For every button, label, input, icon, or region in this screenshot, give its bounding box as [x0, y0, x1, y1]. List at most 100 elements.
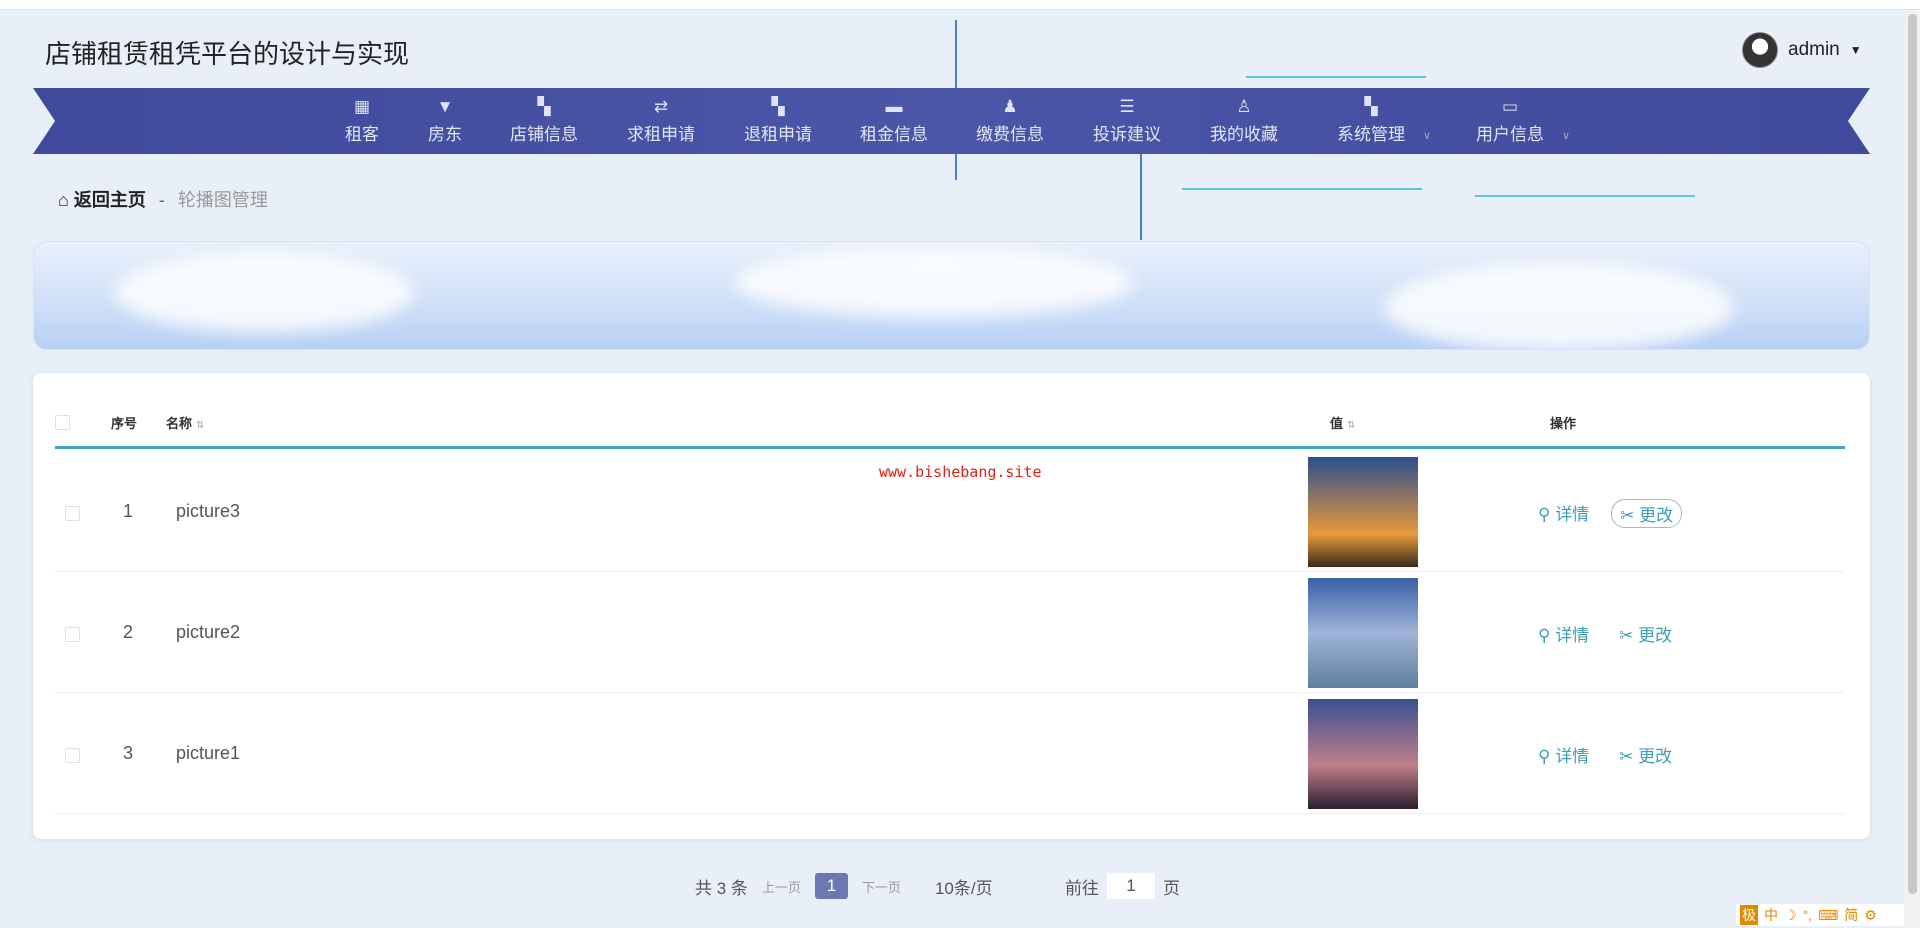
- nav-label: 退租申请: [744, 125, 812, 144]
- nav-item-3[interactable]: ⇄ 求租申请: [627, 96, 695, 145]
- avatar: [1742, 32, 1778, 68]
- edit-button[interactable]: ✂ 更改: [1611, 499, 1683, 528]
- nav-label: 租金信息: [860, 125, 928, 144]
- ime-item[interactable]: ⚙: [1864, 907, 1877, 924]
- ime-item[interactable]: °,: [1803, 907, 1813, 923]
- breadcrumb-home[interactable]: 返回主页: [74, 190, 146, 210]
- detail-button[interactable]: ⚲ 详情: [1530, 499, 1597, 528]
- row-image[interactable]: [1308, 457, 1418, 567]
- scrollbar-thumb[interactable]: [1908, 14, 1917, 894]
- prev-page-button[interactable]: 上一页: [762, 877, 801, 896]
- nav-label: 系统管理: [1337, 125, 1405, 144]
- table-header: 序号 名称 ⇅ 值 ⇅ 操作: [55, 403, 1845, 449]
- page-unit-label: 页: [1162, 878, 1180, 898]
- list-icon: ☰: [1119, 97, 1135, 116]
- row-checkbox[interactable]: [65, 627, 80, 642]
- search-icon: ⚲: [1538, 747, 1551, 766]
- table-card: 序号 名称 ⇅ 值 ⇅ 操作 1 picture3 ⚲ 详情 ✂ 更改 2 pict…: [33, 373, 1870, 839]
- nav-label: 租客: [345, 125, 379, 144]
- nav-item-0[interactable]: ▦ 租客: [345, 96, 379, 145]
- nav-label: 求租申请: [627, 125, 695, 144]
- nav-item-10[interactable]: ▭ 用户信息 ∨: [1476, 96, 1570, 145]
- decoration: [1140, 150, 1142, 240]
- ime-item[interactable]: 简: [1844, 905, 1858, 925]
- header-name[interactable]: 名称 ⇅: [166, 413, 204, 432]
- caret-down-icon: ▼: [1849, 43, 1862, 57]
- nav-label: 房东: [428, 125, 462, 144]
- nav-item-7[interactable]: ☰ 投诉建议: [1093, 96, 1161, 145]
- sliders-icon: ⇄: [653, 97, 669, 116]
- row-name: picture3: [176, 501, 241, 521]
- sort-icon: ⇅: [196, 420, 205, 431]
- nav-item-2[interactable]: ▚ 店铺信息: [510, 96, 578, 145]
- watermark: www.bishebang.site: [879, 463, 1042, 481]
- chevron-down-icon: ∨: [1561, 130, 1570, 142]
- nav-label: 缴费信息: [976, 125, 1044, 144]
- row-index: 1: [123, 501, 134, 521]
- wallet-icon: ▭: [1501, 97, 1519, 116]
- row-name: picture2: [176, 622, 241, 642]
- ime-item[interactable]: 中: [1764, 905, 1778, 925]
- decoration: [1475, 195, 1695, 197]
- total-count: 共 3 条: [695, 878, 748, 898]
- row-name: picture1: [176, 743, 241, 763]
- app-title: 店铺租赁租凭平台的设计与实现: [45, 39, 410, 69]
- row-checkbox[interactable]: [65, 506, 80, 521]
- detail-button[interactable]: ⚲ 详情: [1530, 620, 1597, 647]
- nav-item-8[interactable]: ♙ 我的收藏: [1210, 96, 1278, 145]
- decoration: [1246, 76, 1426, 78]
- chevron-down-icon: ∨: [1422, 130, 1431, 142]
- wrench-icon: ✂: [1619, 626, 1634, 645]
- nav-item-1[interactable]: ▼ 房东: [428, 96, 462, 145]
- row-image[interactable]: [1308, 578, 1418, 688]
- table-row: 2 picture2 ⚲ 详情 ✂ 更改: [55, 572, 1845, 693]
- select-all-checkbox[interactable]: [55, 415, 70, 430]
- next-page-button[interactable]: 下一页: [862, 877, 901, 896]
- nav-label: 用户信息: [1476, 125, 1544, 144]
- nav-item-5[interactable]: ▬ 租金信息: [860, 96, 928, 145]
- detail-button[interactable]: ⚲ 详情: [1530, 741, 1597, 768]
- search-icon: ⚲: [1538, 505, 1551, 524]
- apps-icon: ▚: [537, 97, 551, 116]
- main-nav: ▦ 租客 ▼ 房东 ▚ 店铺信息 ⇄ 求租申请 ▚ 退租申请 ▬ 租金信息 ♟ 缴费信息 ☰ 投诉建议 ♙ 我的收…: [33, 88, 1870, 154]
- nav-item-6[interactable]: ♟ 缴费信息: [976, 96, 1044, 145]
- header-actions: 操作: [1550, 416, 1577, 431]
- nav-item-9[interactable]: ▚ 系统管理 ∨: [1337, 96, 1431, 145]
- username: admin: [1788, 39, 1840, 60]
- row-index: 3: [123, 743, 134, 763]
- nav-label: 店铺信息: [510, 125, 578, 144]
- row-image[interactable]: [1308, 699, 1418, 809]
- top-strip: [0, 0, 1920, 10]
- decoration: [1182, 188, 1422, 190]
- edit-button[interactable]: ✂ 更改: [1611, 620, 1680, 647]
- ime-toolbar[interactable]: 极中 ☽ °, ⌨ 简 ⚙: [1736, 904, 1904, 926]
- header-value[interactable]: 值 ⇅: [1330, 413, 1355, 432]
- stamp-icon: ♟: [1002, 97, 1018, 116]
- home-icon: ⌂: [58, 190, 69, 210]
- wrench-icon: ✂: [1620, 506, 1635, 525]
- nav-item-4[interactable]: ▚ 退租申请: [744, 96, 812, 145]
- user-menu[interactable]: admin ▼: [1742, 32, 1862, 68]
- header-index: 序号: [111, 416, 138, 431]
- ime-item[interactable]: ⌨: [1818, 907, 1838, 924]
- page-1-button[interactable]: 1: [814, 873, 848, 899]
- nav-label: 我的收藏: [1210, 125, 1278, 144]
- goto-label: 前往: [1064, 878, 1099, 898]
- row-checkbox[interactable]: [65, 748, 80, 763]
- apps-icon: ▚: [1364, 97, 1378, 116]
- search-icon: ⚲: [1538, 626, 1551, 645]
- table-row: 3 picture1 ⚲ 详情 ✂ 更改: [55, 693, 1845, 814]
- banner: [33, 241, 1870, 350]
- breadcrumb-current: 轮播图管理: [177, 190, 268, 210]
- page-size-select[interactable]: 10条/页: [935, 874, 1065, 899]
- breadcrumb-separator: -: [158, 190, 165, 210]
- goto-page-input[interactable]: 1: [1106, 873, 1155, 899]
- sort-icon: ⇅: [1347, 420, 1356, 431]
- grid-icon: ▦: [353, 97, 371, 116]
- ime-logo: 极: [1740, 905, 1758, 925]
- pagination: 共 3 条 上一页 1 下一页 10条/页 前往 1 页: [695, 873, 1180, 899]
- scrollbar[interactable]: [1905, 10, 1920, 928]
- ime-item[interactable]: ☽: [1784, 907, 1797, 924]
- user-icon: ♙: [1236, 97, 1252, 116]
- edit-button[interactable]: ✂ 更改: [1611, 741, 1680, 768]
